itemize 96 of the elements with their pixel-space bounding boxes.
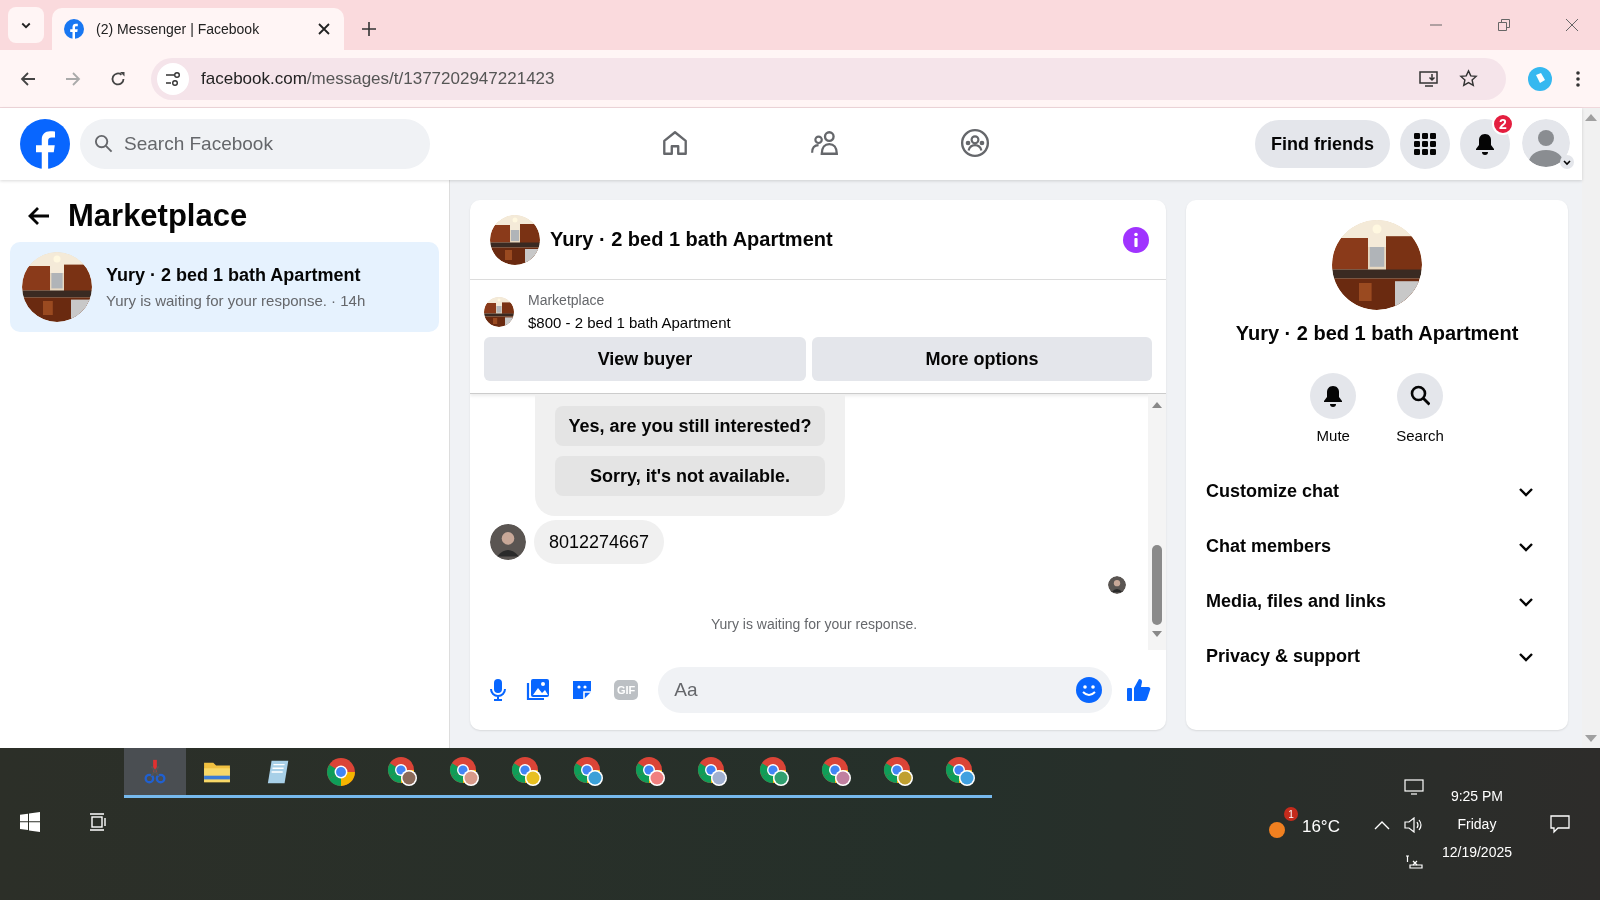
avatar-icon	[1108, 576, 1126, 594]
section-title: Privacy & support	[1206, 646, 1361, 667]
tab-title: (2) Messenger | Facebook	[96, 21, 261, 37]
bell-icon	[1475, 133, 1495, 155]
clock-time: 9:25 PM	[1450, 788, 1504, 804]
network-disconnected-icon[interactable]	[1403, 855, 1424, 869]
speaker-icon[interactable]	[1403, 817, 1424, 833]
page-scrollbar[interactable]	[1582, 108, 1600, 748]
info-icon[interactable]	[1122, 225, 1150, 254]
scrollbar[interactable]	[1148, 394, 1166, 650]
section-header[interactable]: Media, files and links	[1206, 574, 1548, 629]
avatar-icon	[490, 524, 526, 560]
clock-day: Friday	[1457, 816, 1497, 832]
sidebar-title: Marketplace	[68, 198, 248, 234]
clock[interactable]: 9:25 PM Friday 12/19/2025	[1441, 788, 1512, 860]
conversation-name: Yury · 2 bed 1 bath Apartment	[106, 265, 362, 286]
groups-icon	[960, 127, 990, 158]
reload-icon[interactable]	[110, 70, 126, 87]
conversation-preview: Yury is waiting for your response. · 14h	[106, 292, 366, 309]
scroll-thumb[interactable]	[1152, 545, 1162, 625]
weather-widget[interactable]: 1 16°C	[1257, 805, 1344, 843]
photos-icon[interactable]	[526, 678, 550, 702]
chevron-up-icon[interactable]	[1373, 820, 1390, 830]
conversation-item[interactable]: Yury · 2 bed 1 bath Apartment Yury is waiting for your response. · 14h	[10, 242, 439, 332]
view-buyer-button[interactable]: View buyer	[484, 337, 806, 381]
menu-button[interactable]	[1400, 119, 1450, 169]
close-icon[interactable]	[318, 23, 330, 35]
microphone-icon[interactable]	[490, 678, 506, 702]
notifications-icon[interactable]	[1550, 814, 1570, 834]
clock-date: 12/19/2025	[1441, 844, 1512, 860]
profile-silhouette-icon	[1522, 119, 1570, 167]
find-friends-button[interactable]: Find friends	[1255, 120, 1390, 168]
browser-tab[interactable]: (2) Messenger | Facebook	[52, 8, 344, 50]
chevron-down-icon	[1560, 155, 1574, 169]
chrome-icon	[326, 756, 356, 787]
site-info-button[interactable]	[157, 62, 189, 95]
search-button[interactable]	[1397, 373, 1443, 419]
status-notice: Yury is waiting for your response.	[709, 616, 919, 632]
more-options-icon[interactable]	[1576, 70, 1580, 87]
listing-source: Marketplace	[528, 292, 606, 308]
more-options-button[interactable]: More options	[812, 337, 1152, 381]
facebook-logo-icon[interactable]	[20, 119, 70, 169]
section-title: Media, files and links	[1206, 591, 1387, 612]
url-text: facebook.com/messages/t/1377202947221423	[201, 68, 555, 89]
section-header[interactable]: Privacy & support	[1206, 629, 1548, 684]
address-bar[interactable]: facebook.com/messages/t/1377202947221423	[151, 57, 1506, 100]
chrome-profile-icon	[821, 755, 853, 788]
bookmark-star-icon[interactable]	[1459, 69, 1478, 88]
back-icon[interactable]	[20, 70, 36, 87]
chrome-profile-icon	[635, 755, 667, 788]
chat-title: Yury · 2 bed 1 bath Apartment	[550, 228, 833, 251]
monitor-icon[interactable]	[1403, 779, 1424, 795]
windows-start-icon[interactable]	[20, 812, 40, 832]
chrome-profile-icon	[511, 755, 543, 788]
restore-icon[interactable]	[1498, 19, 1510, 31]
smiley-icon[interactable]	[1076, 677, 1102, 703]
chrome-profile-icon	[573, 755, 605, 788]
listing-title: $800 - 2 bed 1 bath Apartment	[528, 314, 731, 331]
section-header[interactable]: Customize chat	[1206, 464, 1548, 519]
install-icon[interactable]	[1419, 69, 1439, 88]
chrome-profile-icon	[945, 755, 977, 788]
new-tab-icon[interactable]	[362, 22, 376, 36]
details-title: Yury · 2 bed 1 bath Apartment	[1235, 322, 1519, 345]
section-title: Customize chat	[1206, 481, 1340, 502]
bell-icon	[1323, 385, 1344, 407]
action-label: Mute	[1316, 427, 1350, 444]
message-field[interactable]: Aa	[658, 667, 1112, 713]
notification-count: 2	[1492, 113, 1514, 135]
chrome-profile-icon	[697, 755, 729, 788]
quick-reply-button[interactable]: Sorry, it's not available.	[555, 456, 825, 496]
search-field[interactable]: Search Facebook	[80, 119, 430, 169]
section-title: Chat members	[1206, 536, 1332, 557]
profile-button[interactable]	[1522, 119, 1572, 169]
temperature: 16°C	[1301, 817, 1340, 837]
task-view-icon[interactable]	[88, 812, 108, 832]
weather-badge: 1	[1283, 807, 1298, 821]
scroll-up-icon	[1152, 402, 1162, 408]
search-icon	[1410, 385, 1430, 407]
quick-reply-button[interactable]: Yes, are you still interested?	[555, 406, 825, 446]
message-bubble: 8012274667	[534, 520, 665, 564]
facebook-logo-icon	[64, 19, 84, 39]
scroll-down-icon	[1152, 631, 1162, 637]
grid-icon	[1414, 133, 1436, 155]
mute-button[interactable]	[1310, 373, 1357, 419]
action-label: Search	[1396, 427, 1444, 444]
scroll-down-icon	[1585, 735, 1597, 742]
back-arrow-icon[interactable]	[28, 206, 50, 226]
chrome-profile-icon	[387, 755, 419, 788]
tune-icon	[165, 70, 181, 87]
chrome-profile-icon	[759, 755, 791, 788]
chrome-profile-icon	[883, 755, 915, 788]
sticker-icon[interactable]	[570, 678, 594, 702]
thumbs-up-icon[interactable]	[1126, 677, 1152, 703]
chrome-profile-icon	[449, 755, 481, 788]
scroll-up-icon	[1585, 114, 1597, 121]
section-header[interactable]: Chat members	[1206, 519, 1548, 574]
